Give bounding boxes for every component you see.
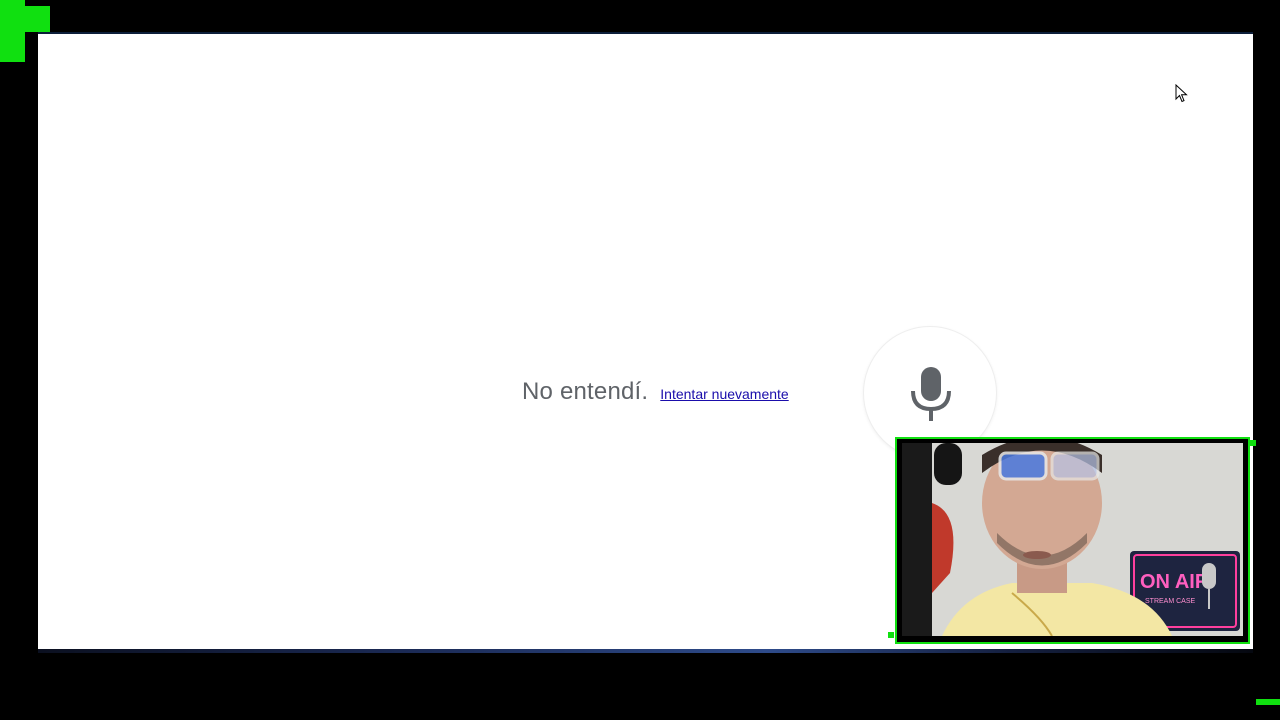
on-air-sign-subtext: STREAM CASE [1145, 598, 1196, 605]
overlay-accent-dot [888, 632, 894, 638]
overlay-corner-bottom-right [1256, 699, 1280, 705]
on-air-sign-text: ON AIR [1140, 571, 1210, 593]
microphone-icon [911, 367, 951, 421]
overlay-corner-top-left-bar [0, 6, 50, 32]
screen-edge-glow [38, 649, 1253, 653]
webcam-overlay: ON AIR STREAM CASE [895, 437, 1250, 644]
overlay-accent-dot [1250, 440, 1256, 446]
voice-search-message: No entendí. [522, 378, 649, 405]
retry-link[interactable]: Intentar nuevamente [660, 386, 788, 402]
voice-search-status: No entendí. Intentar nuevamente [522, 378, 789, 414]
webcam-scene: ON AIR STREAM CASE [902, 443, 1243, 636]
mouse-pointer-icon [1175, 84, 1188, 103]
webcam-video: ON AIR STREAM CASE [902, 443, 1243, 636]
